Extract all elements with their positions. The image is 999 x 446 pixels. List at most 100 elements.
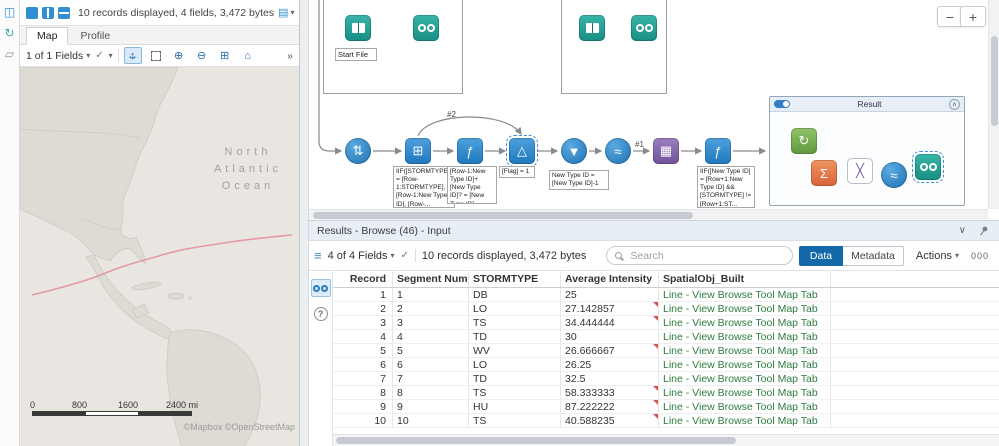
table-row[interactable]: 8 8 TS 58.333333 Line - View Browse Tool…	[333, 386, 999, 400]
tool-container[interactable]	[323, 0, 463, 94]
fields-dropdown[interactable]: 1 of 1 Fields ▾	[26, 50, 90, 62]
cell-segment[interactable]: 7	[393, 372, 469, 385]
container-toggle[interactable]	[774, 100, 790, 108]
cell-record[interactable]: 3	[333, 316, 393, 329]
charting-tool[interactable]: ≈	[881, 162, 907, 188]
cell-spatial[interactable]: Line - View Browse Tool Map Tab	[659, 316, 831, 329]
table-row[interactable]: 4 4 TD 30 Line - View Browse Tool Map Ta…	[333, 330, 999, 344]
scrollbar-thumb[interactable]	[991, 36, 998, 126]
cell-record[interactable]: 4	[333, 330, 393, 343]
cell-spatial[interactable]: Line - View Browse Tool Map Tab	[659, 414, 831, 427]
cell-spatial[interactable]: Line - View Browse Tool Map Tab	[659, 302, 831, 315]
tool-annotation[interactable]: [Flag] = 1	[499, 166, 535, 178]
column-header-record[interactable]: Record	[333, 271, 393, 287]
cell-segment[interactable]: 10	[393, 414, 469, 427]
formula-tool-selected[interactable]: △	[506, 135, 538, 167]
browse-map-button[interactable]	[310, 279, 331, 297]
pan-tool-button[interactable]: ↔ ↕	[123, 47, 142, 64]
filter-tool[interactable]: ▼	[561, 138, 587, 164]
cell-spatial[interactable]: Line - View Browse Tool Map Tab	[659, 400, 831, 413]
cell-intensity[interactable]: 25	[561, 288, 659, 301]
input-data-tool[interactable]	[579, 15, 605, 41]
cell-record[interactable]: 10	[333, 414, 393, 427]
sort-tool[interactable]: ⇅	[345, 138, 371, 164]
search-input[interactable]	[628, 248, 784, 263]
formula-tool[interactable]: ƒ	[457, 138, 483, 164]
zoom-out-button[interactable]: ⊖	[193, 47, 211, 64]
cell-stormtype[interactable]: TS	[469, 316, 561, 329]
home-button[interactable]: ⌂	[239, 47, 257, 64]
column-header-intensity[interactable]: Average Intensity	[561, 271, 659, 287]
container-collapse-button[interactable]: ∧	[949, 98, 960, 110]
data-button[interactable]: Data	[798, 245, 844, 266]
cell-segment[interactable]: 8	[393, 386, 469, 399]
cell-stormtype[interactable]: LO	[469, 358, 561, 371]
cell-spatial[interactable]: Line - View Browse Tool Map Tab	[659, 330, 831, 343]
poly-build-tool[interactable]: ╳	[847, 158, 873, 184]
table-row[interactable]: 5 5 WV 26.666667 Line - View Browse Tool…	[333, 344, 999, 358]
table-row[interactable]: 6 6 LO 26.25 Line - View Browse Tool Map…	[333, 358, 999, 372]
layout-columns-icon[interactable]	[42, 6, 54, 19]
column-header-spatial[interactable]: SpatialObj_Built	[659, 271, 831, 287]
pin-icon[interactable]	[978, 225, 989, 237]
cell-segment[interactable]: 9	[393, 400, 469, 413]
table-row[interactable]: 7 7 TD 32.5 Line - View Browse Tool Map …	[333, 372, 999, 386]
cell-stormtype[interactable]: HU	[469, 400, 561, 413]
cell-intensity[interactable]: 30	[561, 330, 659, 343]
refresh-icon[interactable]: ↻	[4, 27, 14, 39]
multirow-formula-tool[interactable]: ⊞	[405, 138, 431, 164]
cell-record[interactable]: 1	[333, 288, 393, 301]
more-options-icon[interactable]: 000	[971, 251, 989, 261]
panels-icon[interactable]: ◫	[4, 6, 15, 18]
tool-annotation[interactable]: IIF([New Type ID] = [Row+1:New Type ID] …	[697, 166, 755, 208]
tool-annotation[interactable]: New Type ID = [New Type ID]-1	[549, 170, 609, 190]
horizontal-scrollbar[interactable]	[309, 209, 988, 220]
table-row[interactable]: 9 9 HU 87.222222 Line - View Browse Tool…	[333, 400, 999, 414]
cell-intensity[interactable]: 26.25	[561, 358, 659, 371]
cell-intensity[interactable]: 87.222222	[561, 400, 659, 413]
cell-spatial[interactable]: Line - View Browse Tool Map Tab	[659, 344, 831, 357]
table-row[interactable]: 3 3 TS 34.444444 Line - View Browse Tool…	[333, 316, 999, 330]
tab-profile[interactable]: Profile	[70, 28, 120, 44]
tile-tool[interactable]: ▦	[653, 138, 679, 164]
tab-map[interactable]: Map	[26, 27, 69, 45]
cell-intensity[interactable]: 26.666667	[561, 344, 659, 357]
cell-stormtype[interactable]: WV	[469, 344, 561, 357]
cell-intensity[interactable]: 58.333333	[561, 386, 659, 399]
table-row[interactable]: 10 10 TS 40.588235 Line - View Browse To…	[333, 414, 999, 428]
tool-annotation[interactable]: IIF([STORMTYPE] = [Row-1:STORMTYPE], [Ro…	[393, 166, 455, 208]
cell-segment[interactable]: 1	[393, 288, 469, 301]
vertical-scrollbar[interactable]	[988, 0, 999, 209]
generate-rows-tool[interactable]: ↻	[791, 128, 817, 154]
panel-splitter[interactable]	[300, 0, 309, 446]
metadata-button[interactable]: Metadata	[843, 245, 904, 266]
report-menu-button[interactable]: ▤ ▾	[278, 6, 294, 19]
cell-stormtype[interactable]: TD	[469, 372, 561, 385]
browse-tool-result[interactable]	[912, 151, 944, 183]
toolbar-overflow-button[interactable]: »	[287, 50, 293, 62]
collapse-panel-icon[interactable]: ∨	[959, 225, 966, 236]
cell-spatial[interactable]: Line - View Browse Tool Map Tab	[659, 372, 831, 385]
browse-tool[interactable]	[413, 15, 439, 41]
horizontal-scrollbar[interactable]	[333, 434, 999, 446]
zoom-in-button[interactable]: ⊕	[170, 47, 188, 64]
cell-record[interactable]: 7	[333, 372, 393, 385]
tool-annotation[interactable]: Start File	[335, 48, 377, 61]
table-row[interactable]: 2 2 LO 27.142857 Line - View Browse Tool…	[333, 302, 999, 316]
cell-stormtype[interactable]: TS	[469, 414, 561, 427]
apply-check-icon[interactable]: ✓	[401, 250, 409, 261]
cell-intensity[interactable]: 40.588235	[561, 414, 659, 427]
formula-tool[interactable]: ƒ	[705, 138, 731, 164]
map-view[interactable]: North Atlantic Ocean 0 800 1600 2400 mi …	[20, 67, 299, 446]
scrollbar-thumb[interactable]	[336, 437, 736, 444]
tag-icon[interactable]: ▱	[5, 48, 14, 60]
tool-annotation[interactable]: [Row-1:New Type ID]+ [New Type ID]? = [N…	[447, 166, 497, 204]
fields-dropdown[interactable]: 4 of 4 Fields ▾	[328, 250, 395, 262]
cell-spatial[interactable]: Line - View Browse Tool Map Tab	[659, 386, 831, 399]
cell-record[interactable]: 6	[333, 358, 393, 371]
input-data-tool[interactable]	[345, 15, 371, 41]
cell-segment[interactable]: 2	[393, 302, 469, 315]
cell-intensity[interactable]: 34.444444	[561, 316, 659, 329]
browse-tool[interactable]	[631, 15, 657, 41]
column-header-segment[interactable]: Segment Number	[393, 271, 469, 287]
